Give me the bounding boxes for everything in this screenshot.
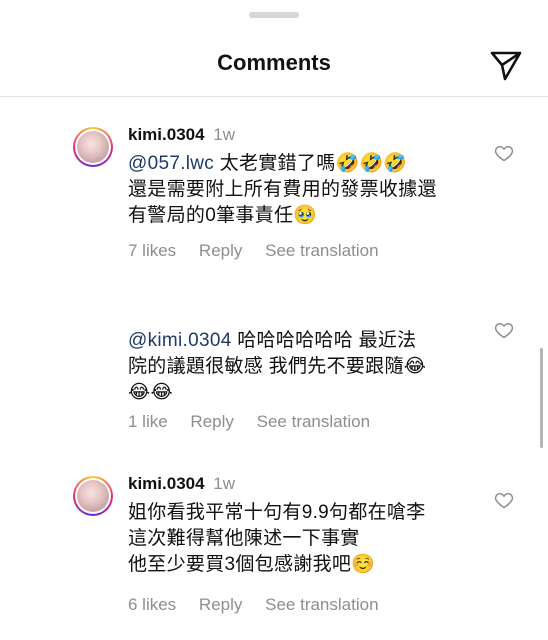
- comment-text: 姐你看我平常十句有9.9句都在嗆李 這次難得幫他陳述一下事實 他至少要買3個包感…: [128, 500, 473, 578]
- send-icon[interactable]: [488, 47, 524, 83]
- comment-username[interactable]: kimi.0304: [128, 125, 205, 144]
- avatar[interactable]: [73, 127, 113, 167]
- comment-text: @057.lwc 太老實錯了嗎🤣🤣🤣 還是需要附上所有費用的發票收據還 有警局的…: [128, 151, 473, 229]
- comment-meta: kimi.0304 1w: [128, 125, 235, 145]
- heart-icon[interactable]: [494, 143, 514, 163]
- comment-line: 太老實錯了嗎🤣🤣🤣: [219, 153, 408, 174]
- page-title: Comments: [217, 50, 331, 75]
- comment-line: 有警局的0筆事責任🥹: [128, 205, 318, 226]
- comment-line: 這次難得幫他陳述一下事實: [128, 528, 360, 549]
- comment-line: 院的議題很敏感 我們先不要跟隨😂: [128, 356, 427, 377]
- comment-line: 😂😂: [128, 382, 174, 403]
- scrollbar[interactable]: [540, 348, 543, 448]
- comment-line: 他至少要買3個包感謝我吧☺️: [128, 554, 376, 575]
- comment-meta: kimi.0304 1w: [128, 474, 235, 494]
- see-translation-link[interactable]: See translation: [265, 595, 378, 614]
- reply-button[interactable]: Reply: [199, 595, 242, 614]
- reply-button[interactable]: Reply: [190, 412, 233, 431]
- header-divider: [0, 96, 548, 97]
- comment-line: 還是需要附上所有費用的發票收據還: [128, 179, 437, 200]
- comment-line: 姐你看我平常十句有9.9句都在嗆李: [128, 502, 426, 523]
- drag-handle[interactable]: [249, 12, 299, 18]
- comment-actions: 6 likes Reply See translation: [128, 595, 397, 615]
- mention-link[interactable]: @kimi.0304: [128, 330, 232, 351]
- comment-time: 1w: [213, 474, 236, 493]
- mention-link[interactable]: @057.lwc: [128, 153, 214, 174]
- comment-time: 1w: [213, 125, 236, 144]
- comment-actions: 1 like Reply See translation: [128, 412, 388, 432]
- comment-actions: 7 likes Reply See translation: [128, 241, 397, 261]
- comment-line: 哈哈哈哈哈哈 最近法: [237, 330, 417, 351]
- likes-count[interactable]: 7 likes: [128, 241, 176, 260]
- reply-button[interactable]: Reply: [199, 241, 242, 260]
- avatar[interactable]: [73, 476, 113, 516]
- comment-text: @kimi.0304 哈哈哈哈哈哈 最近法 院的議題很敏感 我們先不要跟隨😂 😂…: [128, 328, 473, 406]
- see-translation-link[interactable]: See translation: [265, 241, 378, 260]
- heart-icon[interactable]: [494, 490, 514, 510]
- comment-username[interactable]: kimi.0304: [128, 474, 205, 493]
- likes-count[interactable]: 1 like: [128, 412, 168, 431]
- likes-count[interactable]: 6 likes: [128, 595, 176, 614]
- heart-icon[interactable]: [494, 320, 514, 340]
- see-translation-link[interactable]: See translation: [257, 412, 370, 431]
